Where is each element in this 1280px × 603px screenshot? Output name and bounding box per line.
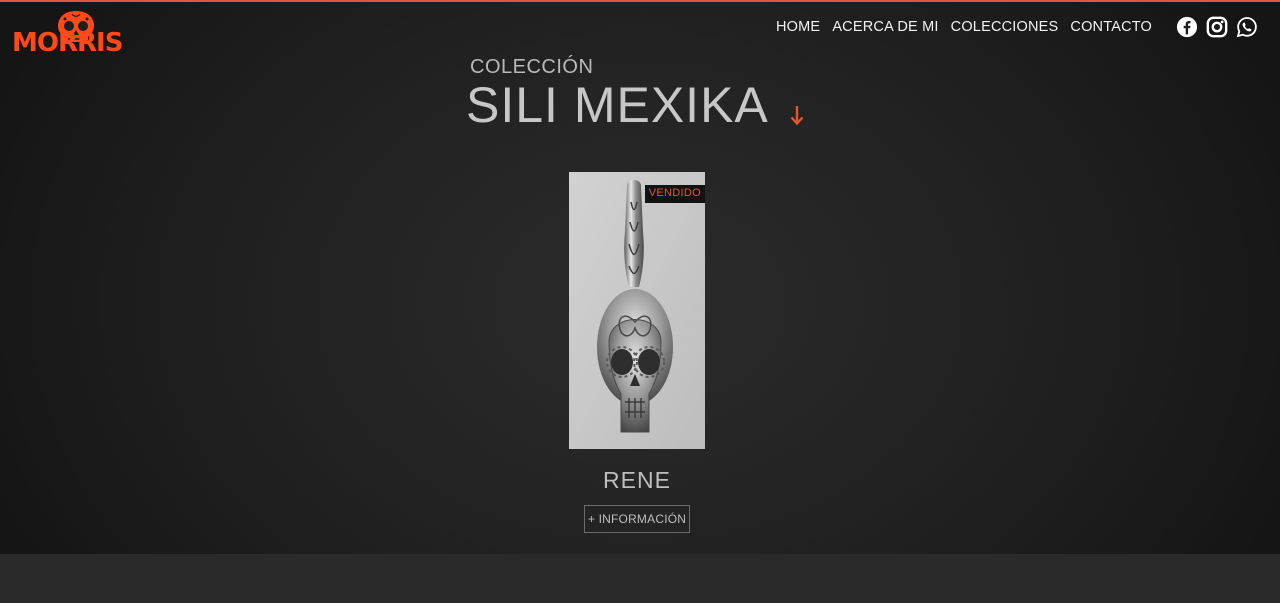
nav-item-contacto[interactable]: CONTACTO xyxy=(1064,16,1158,38)
product-card[interactable]: VENDIDO xyxy=(569,172,705,449)
product-image[interactable]: VENDIDO xyxy=(569,172,705,449)
social-links xyxy=(1176,16,1258,38)
skull-spoon-pendant-image xyxy=(569,172,705,449)
arrow-down-icon[interactable] xyxy=(789,104,805,126)
facebook-icon[interactable] xyxy=(1176,16,1198,38)
main-nav: HOME ACERCA DE MI COLECCIONES CONTACTO xyxy=(770,16,1158,38)
nav-item-home[interactable]: HOME xyxy=(770,16,826,38)
nav-item-colecciones[interactable]: COLECCIONES xyxy=(945,16,1065,38)
collection-title: SILI MEXIKA xyxy=(466,77,769,133)
sold-badge: VENDIDO xyxy=(644,185,705,203)
nav-item-acerca[interactable]: ACERCA DE MI xyxy=(826,16,944,38)
instagram-icon[interactable] xyxy=(1206,16,1228,38)
logo-text: MORRIS xyxy=(12,28,123,58)
product-name: RENE xyxy=(603,467,671,493)
footer xyxy=(0,554,1280,603)
logo[interactable]: MORRIS xyxy=(10,10,130,58)
page-background: MORRIS HOME ACERCA DE MI COLECCIONES CON… xyxy=(0,0,1280,554)
whatsapp-icon[interactable] xyxy=(1236,16,1258,38)
more-info-button[interactable]: + INFORMACIÓN xyxy=(584,505,690,533)
